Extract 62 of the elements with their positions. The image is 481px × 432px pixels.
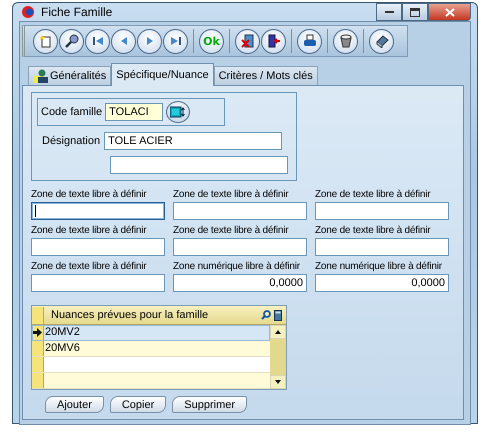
tab[interactable]: Critères / Mots clés [214,66,318,85]
text-field[interactable] [173,238,307,256]
text-field[interactable] [31,202,165,220]
previous-record-icon[interactable] [111,28,136,54]
tab[interactable]: Généralités [28,66,112,85]
tab[interactable]: Spécifique/Nuance [111,63,214,86]
number-field[interactable]: 0,0000 [315,274,449,292]
field-label: Désignation [42,135,100,147]
field-label: Code famille [41,106,102,118]
action-button[interactable]: Supprimer [172,396,248,413]
table-cell: 20MV2 [44,325,80,340]
table-row[interactable]: 20MV2 [32,325,270,341]
field-label: Zone de texte libre à définir [173,225,290,236]
field-label: Zone de texte libre à définir [31,189,148,200]
first-record-icon[interactable] [85,28,110,54]
exit-door-icon[interactable] [261,28,286,54]
column-header: Nuances prévues pour la famille [50,309,210,321]
field-label: Zone de texte libre à définir [31,261,148,272]
trash-icon[interactable] [333,28,358,54]
delete-document-icon[interactable] [235,28,260,54]
text-field[interactable] [31,238,165,256]
text-field[interactable] [31,274,165,292]
number-field[interactable]: 0,0000 [173,274,307,292]
designation-field[interactable]: TOLE ACIER [104,132,282,150]
close-button[interactable] [428,3,471,21]
text-field[interactable] [315,238,449,256]
app-logo-icon [21,5,35,19]
field-label: Zone de texte libre à définir [31,225,148,236]
action-button[interactable]: Ajouter [45,396,104,413]
window-title: Fiche Famille [41,5,114,19]
table-cell: 20MV6 [44,341,80,356]
new-document-icon[interactable] [33,28,58,54]
field-label: Zone de texte libre à définir [173,189,290,200]
close-icon [444,8,454,16]
printer-icon[interactable] [297,28,322,54]
calculator-icon[interactable] [274,310,282,320]
current-row-arrow-icon [33,328,42,337]
scroll-up-icon[interactable] [270,325,286,339]
action-button[interactable]: Copier [110,396,166,413]
book-icon[interactable] [369,28,394,54]
table-row[interactable]: 20MV6 [32,341,270,357]
last-record-icon[interactable] [163,28,188,54]
minimize-button[interactable] [376,3,402,21]
search-icon[interactable] [59,28,84,54]
next-record-icon[interactable] [137,28,162,54]
row-selector[interactable] [32,325,44,340]
field-label: Zone de texte libre à définir [315,189,432,200]
text-field[interactable] [173,202,307,220]
field-label: Zone numérique libre à définir [315,261,443,272]
scroll-down-icon[interactable] [270,375,286,389]
field-label: Zone numérique libre à définir [173,261,301,272]
text-field[interactable] [315,202,449,220]
vertical-scrollbar[interactable] [270,325,286,389]
minimize-icon [384,10,394,14]
row-header [32,306,44,324]
designation-field[interactable] [110,156,288,174]
film-strip-icon[interactable] [166,101,190,123]
maximize-icon [410,8,420,16]
code-field[interactable]: TOLACI [105,103,164,121]
search-icon[interactable] [261,310,271,320]
maximize-button[interactable] [402,3,428,21]
field-label: Zone de texte libre à définir [315,225,432,236]
